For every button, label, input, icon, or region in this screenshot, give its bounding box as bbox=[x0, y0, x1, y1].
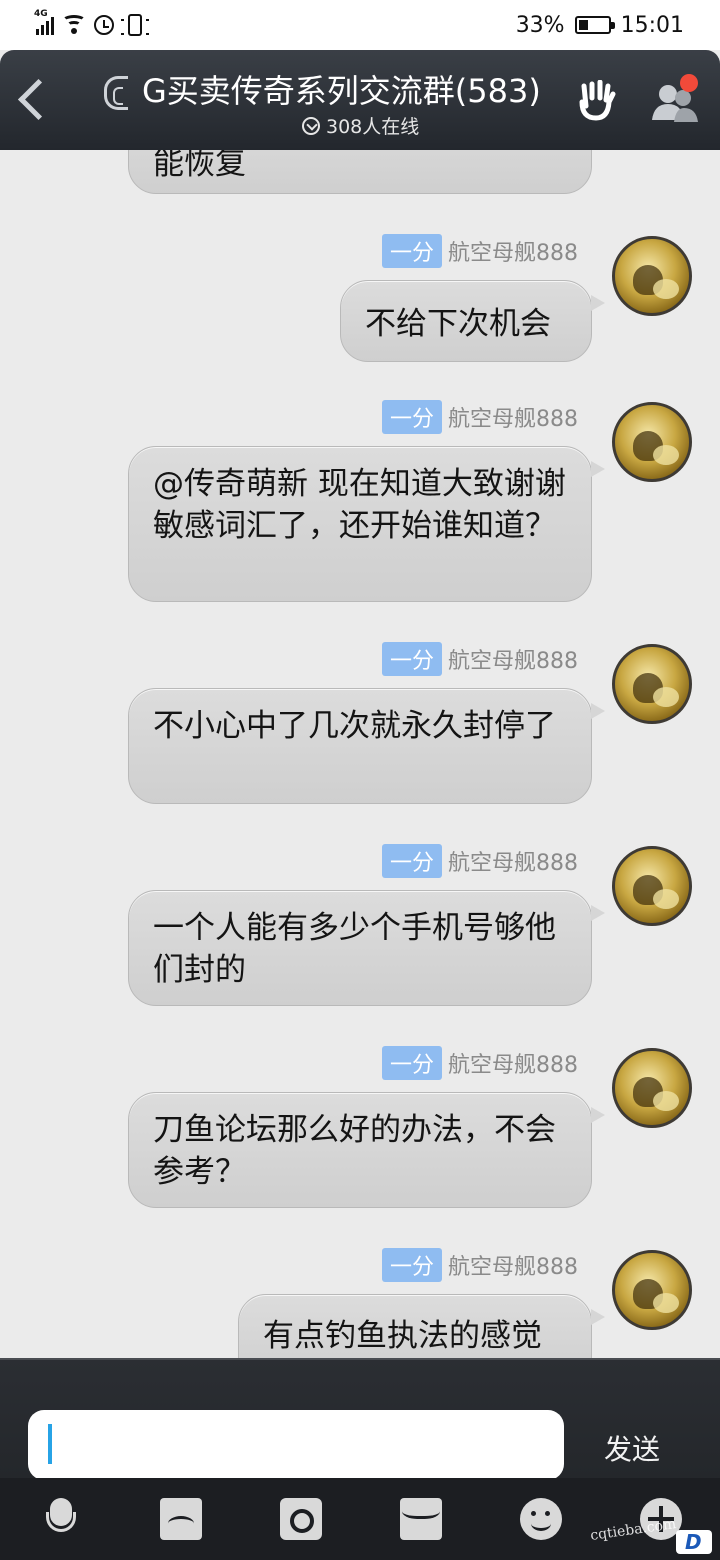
avatar[interactable] bbox=[612, 1048, 692, 1128]
avatar[interactable] bbox=[612, 236, 692, 316]
member-level-badge: 一分 bbox=[381, 1248, 442, 1282]
message-bubble[interactable]: 不给下次机会 bbox=[340, 280, 605, 362]
message-bubble[interactable]: 能恢复 bbox=[128, 150, 592, 194]
avatar[interactable] bbox=[612, 402, 692, 482]
clock: 15:01 bbox=[620, 12, 684, 38]
message-bubble[interactable]: 刀鱼论坛那么好的办法，不会参考？ bbox=[128, 1092, 605, 1208]
sender-name[interactable]: 航空母舰888 bbox=[448, 845, 578, 877]
sender-name[interactable]: 航空母舰888 bbox=[448, 401, 578, 433]
chat-header: G买卖传奇系列交流群(583) 308人在线 bbox=[0, 50, 720, 150]
status-bar: 4G 33% 15:01 bbox=[0, 0, 720, 50]
group-title[interactable]: G买卖传奇系列交流群(583) bbox=[142, 66, 562, 112]
message-text: 有点钓鱼执法的感觉 bbox=[263, 1318, 542, 1354]
chevron-down-icon bbox=[302, 116, 320, 135]
cellular-signal-icon: 4G bbox=[34, 9, 54, 35]
camera-icon[interactable] bbox=[280, 1498, 322, 1540]
wifi-icon bbox=[62, 15, 86, 35]
message-input[interactable] bbox=[28, 1410, 564, 1480]
online-count[interactable]: 308人在线 bbox=[302, 112, 419, 139]
network-type: 4G bbox=[34, 9, 48, 19]
message-meta: 一分 航空母舰888 bbox=[381, 234, 578, 268]
hand-gesture-icon[interactable] bbox=[576, 80, 616, 122]
message-text: 刀鱼论坛那么好的办法，不会参考？ bbox=[153, 1112, 556, 1190]
message-text: @传奇萌新 现在知道大致谢谢敏感词汇了，还开始谁知道？ bbox=[153, 466, 566, 544]
message-text: 不给下次机会 bbox=[365, 306, 551, 342]
alarm-icon bbox=[94, 15, 114, 35]
message-meta: 一分 航空母舰888 bbox=[381, 400, 578, 434]
avatar[interactable] bbox=[612, 846, 692, 926]
sender-name[interactable]: 航空母舰888 bbox=[448, 643, 578, 675]
vibrate-icon bbox=[121, 14, 149, 36]
message-meta: 一分 航空母舰888 bbox=[381, 642, 578, 676]
member-level-badge: 一分 bbox=[381, 642, 442, 676]
battery-percent: 33% bbox=[515, 12, 565, 38]
message-meta: 一分 航空母舰888 bbox=[381, 1248, 578, 1282]
sender-name[interactable]: 航空母舰888 bbox=[448, 1047, 578, 1079]
message-meta: 一分 航空母舰888 bbox=[381, 1046, 578, 1080]
member-level-badge: 一分 bbox=[381, 1046, 442, 1080]
image-icon[interactable] bbox=[160, 1498, 202, 1540]
battery-icon bbox=[574, 16, 615, 34]
message-bubble[interactable]: 一个人能有多少个手机号够他们封的 bbox=[128, 890, 605, 1006]
avatar[interactable] bbox=[612, 1250, 692, 1330]
message-list[interactable]: 能恢复 一分 航空母舰888 不给下次机会 一分 航空母舰888 @传奇萌新 现… bbox=[0, 150, 720, 1358]
message-text: 一个人能有多少个手机号够他们封的 bbox=[153, 910, 556, 988]
send-button[interactable]: 发送 bbox=[604, 1428, 660, 1468]
member-level-badge: 一分 bbox=[381, 400, 442, 434]
earpiece-mode-icon[interactable] bbox=[104, 76, 128, 110]
emoji-icon[interactable] bbox=[520, 1498, 562, 1540]
message-bubble[interactable]: 有点钓鱼执法的感觉 bbox=[238, 1294, 605, 1358]
text-cursor bbox=[48, 1424, 52, 1464]
member-level-badge: 一分 bbox=[381, 234, 442, 268]
watermark-logo bbox=[676, 1530, 712, 1554]
message-bubble[interactable]: 不小心中了几次就永久封停了 bbox=[128, 688, 605, 804]
message-text: 能恢复 bbox=[153, 150, 246, 182]
message-bubble[interactable]: @传奇萌新 现在知道大致谢谢敏感词汇了，还开始谁知道？ bbox=[128, 446, 605, 602]
microphone-icon[interactable] bbox=[40, 1498, 82, 1540]
back-button[interactable] bbox=[14, 80, 54, 120]
input-toolbar bbox=[0, 1478, 720, 1560]
input-bar: 发送 bbox=[0, 1358, 720, 1480]
message-meta: 一分 航空母舰888 bbox=[381, 844, 578, 878]
message-text: 不小心中了几次就永久封停了 bbox=[153, 708, 556, 744]
sender-name[interactable]: 航空母舰888 bbox=[448, 235, 578, 267]
group-members-button[interactable] bbox=[650, 74, 700, 126]
member-level-badge: 一分 bbox=[381, 844, 442, 878]
envelope-icon[interactable] bbox=[400, 1498, 442, 1540]
sender-name[interactable]: 航空母舰888 bbox=[448, 1249, 578, 1281]
avatar[interactable] bbox=[612, 644, 692, 724]
notification-dot bbox=[680, 74, 698, 92]
online-count-label: 308人在线 bbox=[326, 116, 420, 138]
